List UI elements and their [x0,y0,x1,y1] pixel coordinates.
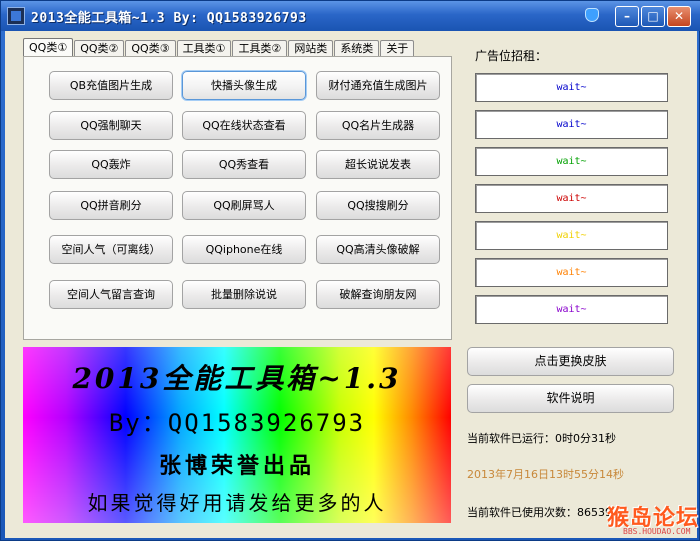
ad-slot[interactable]: wait~ [475,110,668,139]
ad-slot[interactable]: wait~ [475,258,668,287]
qq-soso-score-button[interactable]: QQ搜搜刷分 [316,191,440,220]
banner-image: 2013全能工具箱~1.3 By：QQ1583926793 张博荣誉出品 如果觉… [23,347,451,523]
window-title: 2013全能工具箱~1.3 By: QQ1583926793 [31,11,307,26]
client-area: QQ类① QQ类② QQ类③ 工具类① 工具类② 网站类 系统类 关于 QB充值… [5,31,697,538]
tab-tools-2[interactable]: 工具类② [232,40,288,56]
long-post-button[interactable]: 超长说说发表 [316,150,440,179]
qq-card-generator-button[interactable]: QQ名片生成器 [316,111,440,140]
ad-slot[interactable]: wait~ [475,184,668,213]
tab-qq-1[interactable]: QQ类① [23,38,74,56]
usage-count-status: 当前软件已使用次数：86539 [467,506,612,519]
change-skin-button[interactable]: 点击更换皮肤 [467,347,674,376]
tab-strip: QQ类① QQ类② QQ类③ 工具类① 工具类② 网站类 系统类 关于 [23,38,415,56]
tab-panel: QB充值图片生成 快播头像生成 财付通充值生成图片 QQ强制聊天 QQ在线状态查… [23,56,452,340]
qq-online-status-button[interactable]: QQ在线状态查看 [182,111,306,140]
qq-show-view-button[interactable]: QQ秀查看 [182,150,306,179]
qq-hd-avatar-button[interactable]: QQ高清头像破解 [316,235,440,264]
qq-iphone-online-button[interactable]: QQiphone在线 [182,235,306,264]
ad-label: 广告位招租： [475,49,548,63]
banner-credit: 张博荣誉出品 [158,454,315,479]
ad-slot[interactable]: wait~ [475,221,668,250]
friend-network-query-button[interactable]: 破解查询朋友网 [316,280,440,309]
tab-qq-2[interactable]: QQ类② [74,40,125,56]
qb-recharge-image-button[interactable]: QB充值图片生成 [49,71,173,100]
banner-title: 2013全能工具箱~1.3 [72,362,402,395]
qzone-popularity-button[interactable]: 空间人气（可离线） [49,235,173,264]
tenpay-recharge-image-button[interactable]: 财付通充值生成图片 [316,71,440,100]
minimize-button[interactable]: – [615,6,639,27]
skin-icon[interactable] [585,8,599,22]
close-button[interactable]: ✕ [667,6,691,27]
maximize-button[interactable]: □ [641,6,665,27]
ad-slot[interactable]: wait~ [475,147,668,176]
qq-pinyin-score-button[interactable]: QQ拼音刷分 [49,191,173,220]
tab-about[interactable]: 关于 [380,40,415,56]
title-bar[interactable]: 2013全能工具箱~1.3 By: QQ1583926793 – □ ✕ [1,1,700,31]
datetime-status: 2013年7月16日13时55分14秒 [467,468,624,481]
tab-tools-1[interactable]: 工具类① [176,40,232,56]
banner-slogan: 如果觉得好用请发给更多的人 [87,491,387,515]
qq-screen-flood-button[interactable]: QQ刷屏骂人 [182,191,306,220]
software-help-button[interactable]: 软件说明 [467,384,674,413]
app-icon [7,7,25,25]
runtime-status: 当前软件已运行：0时0分31秒 [467,432,616,445]
app-window: 2013全能工具箱~1.3 By: QQ1583926793 – □ ✕ QQ类… [0,0,700,541]
banner-author: By：QQ1583926793 [108,409,366,437]
tab-qq-3[interactable]: QQ类③ [125,40,176,56]
qq-bomb-button[interactable]: QQ轰炸 [49,150,173,179]
watermark-url: BBS.HOUDAO.COM [623,527,691,536]
qzone-message-query-button[interactable]: 空间人气留言查询 [49,280,173,309]
forum-watermark: 猴岛论坛 BBS.HOUDAO.COM [601,500,699,540]
qq-force-chat-button[interactable]: QQ强制聊天 [49,111,173,140]
ad-slot[interactable]: wait~ [475,73,668,102]
qvod-avatar-button[interactable]: 快播头像生成 [182,71,306,100]
ad-slot[interactable]: wait~ [475,295,668,324]
batch-delete-posts-button[interactable]: 批量删除说说 [182,280,306,309]
tab-websites[interactable]: 网站类 [288,40,334,56]
tab-system[interactable]: 系统类 [334,40,380,56]
